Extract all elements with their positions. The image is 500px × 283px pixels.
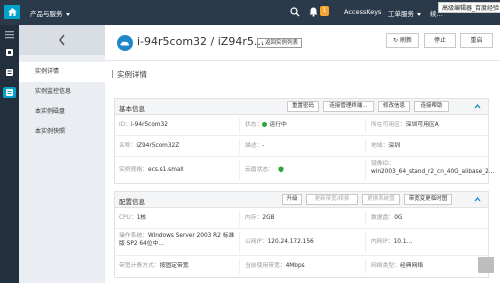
region-field: 地域：深圳 — [371, 143, 401, 149]
shield-icon — [278, 166, 284, 173]
description-field: 描述：- — [245, 143, 265, 149]
chevron-up-icon[interactable] — [474, 196, 481, 203]
config-info-header: 配置信息 升级 更新带宽/续费 更换系统盘 带宽变更临时图 — [115, 192, 488, 208]
products-services-label: 产品与服务 — [30, 10, 63, 18]
network-type-field: 网络类型：经典网络 — [371, 263, 424, 269]
ecs-icon — [6, 89, 13, 96]
id-field: ID：i-94r5com32 — [119, 122, 168, 128]
config-row: CPU：1核 内存：2GB 数据盘：0G — [115, 208, 488, 229]
top-navbar: 产品与服务 1 AccessKeys 工单服务 续… 高级编辑器_百度经验 — [0, 0, 500, 25]
status-field: 状态： 运行中 — [245, 122, 287, 128]
products-services-menu[interactable]: 产品与服务 — [30, 8, 70, 18]
icon-sidebar — [0, 25, 19, 283]
cloud-instance-icon — [117, 35, 133, 51]
reset-password-button[interactable]: 重置密码 — [287, 101, 319, 112]
home-button[interactable] — [4, 5, 20, 19]
cpu-field: CPU：1核 — [119, 215, 147, 221]
basic-info-header: 基本信息 重置密码 连接管理终端... 修改信息 连接帮助 — [115, 99, 488, 115]
menu-icon[interactable] — [4, 29, 15, 40]
config-row: 操作系统：Windows Server 2003 R2 标准版 SP2 64位中… — [115, 229, 488, 256]
chevron-down-icon — [65, 12, 70, 16]
search-icon[interactable] — [290, 7, 300, 17]
sidebar-database-icon-button[interactable] — [3, 67, 16, 78]
stop-button[interactable]: 停止 — [424, 33, 456, 48]
edit-info-button[interactable]: 修改信息 — [378, 101, 410, 112]
temp-bandwidth-button[interactable]: 带宽变更临时图 — [404, 194, 452, 205]
name-field: 名称：iZ94r5com32Z — [119, 143, 180, 149]
basic-row: 名称：iZ94r5com32Z 描述：- 地域：深圳 — [115, 136, 488, 157]
main-content: i-94r5com32 / iZ94r5... ‹ 返回实例列表 ↻ 刷新 停止… — [105, 25, 500, 283]
section-title: 实例详情 — [112, 70, 147, 79]
home-icon — [7, 8, 17, 16]
basic-row: ID：i-94r5com32 状态： 运行中 所在可用区：深圳可用区A — [115, 115, 488, 136]
basic-row: 实例规格：ecs.s1.small 云盾状态： 镜像ID： win2003_64_… — [115, 157, 495, 183]
refresh-button[interactable]: ↻ 刷新 — [386, 33, 419, 48]
instance-type-field: 实例规格：ecs.s1.small — [119, 167, 184, 173]
ticket-service-label: 工单服务 — [388, 10, 414, 18]
replace-system-disk-button[interactable]: 更换系统盘 — [362, 194, 400, 205]
chevron-left-icon — [59, 34, 65, 46]
memory-field: 内存：2GB — [245, 215, 275, 221]
sidebar-item-snapshots[interactable]: 本实例快照 — [19, 122, 105, 142]
basic-info-panel: 基本信息 重置密码 连接管理终端... 修改信息 连接帮助 ID：i-94r5c… — [114, 98, 495, 184]
status-badge: 运行中 — [269, 122, 287, 128]
config-info-title: 配置信息 — [119, 198, 145, 206]
refresh-icon: ↻ — [393, 37, 400, 44]
accesskeys-link[interactable]: AccessKeys — [344, 8, 381, 16]
running-status-icon — [262, 122, 268, 127]
config-row: 带宽计费方式：按固定带宽 当前使用带宽：4Mbps 网络类型：经典网络 — [115, 256, 488, 277]
ticket-service-menu[interactable]: 工单服务 — [388, 8, 421, 18]
private-ip-field: 内网IP：10.1… — [371, 239, 413, 245]
page-title: i-94r5com32 / iZ94r5... — [137, 35, 265, 48]
os-field: 操作系统：Windows Server 2003 R2 标准版 SP2 64位中… — [119, 233, 235, 247]
floating-feedback-button[interactable] — [478, 257, 494, 273]
renew-bandwidth-button[interactable]: 更新带宽/续费 — [306, 194, 358, 205]
current-bandwidth-field: 当前使用带宽：4Mbps — [245, 263, 305, 269]
zone-field: 所在可用区：深圳可用区A — [371, 122, 439, 128]
server-icon — [6, 49, 13, 56]
sidebar-item-monitoring[interactable]: 实例监控信息 — [19, 82, 105, 102]
chevron-up-icon[interactable] — [474, 103, 481, 110]
data-disk-field: 数据盘：0G — [371, 215, 403, 221]
config-info-panel: 配置信息 升级 更新带宽/续费 更换系统盘 带宽变更临时图 CPU：1核 内存：… — [114, 191, 489, 278]
editor-overlay-label: 高级编辑器_百度经验 — [438, 2, 500, 13]
image-id-field: 镜像ID： win2003_64_stand_r2_cn_40G_alibase_… — [371, 161, 495, 175]
bell-icon[interactable] — [309, 7, 318, 17]
back-button[interactable] — [19, 25, 105, 55]
public-ip-field: 公网IP：120.24.172.156 — [245, 239, 314, 245]
upgrade-button[interactable]: 升级 — [282, 194, 302, 205]
database-icon — [6, 69, 13, 76]
refresh-label: 刷新 — [399, 37, 412, 44]
back-to-list-link[interactable]: ‹ 返回实例列表 — [257, 38, 302, 48]
billing-method-field: 带宽计费方式：按固定带宽 — [119, 263, 189, 269]
sidebar-item-instance-details[interactable]: 实例详情 — [19, 62, 105, 82]
notification-badge[interactable]: 1 — [320, 6, 329, 16]
basic-info-title: 基本信息 — [119, 105, 145, 113]
security-status-field: 云盾状态： — [245, 157, 284, 183]
secondary-sidebar: 实例详情 实例监控信息 本实例磁盘 本实例快照 — [19, 25, 105, 283]
sidebar-item-disks[interactable]: 本实例磁盘 — [19, 102, 105, 122]
chevron-down-icon — [417, 12, 421, 16]
connect-terminal-button[interactable]: 连接管理终端... — [323, 101, 374, 112]
back-to-list-label: 返回实例列表 — [264, 40, 298, 46]
instance-header: i-94r5com32 / iZ94r5... ‹ 返回实例列表 ↻ 刷新 停止… — [105, 25, 500, 61]
connect-help-button[interactable]: 连接帮助 — [414, 101, 449, 112]
sidebar-cloud-server-icon-button[interactable] — [3, 47, 16, 58]
restart-button[interactable]: 重启 — [460, 33, 493, 48]
sidebar-ecs-icon-button[interactable] — [3, 87, 16, 98]
